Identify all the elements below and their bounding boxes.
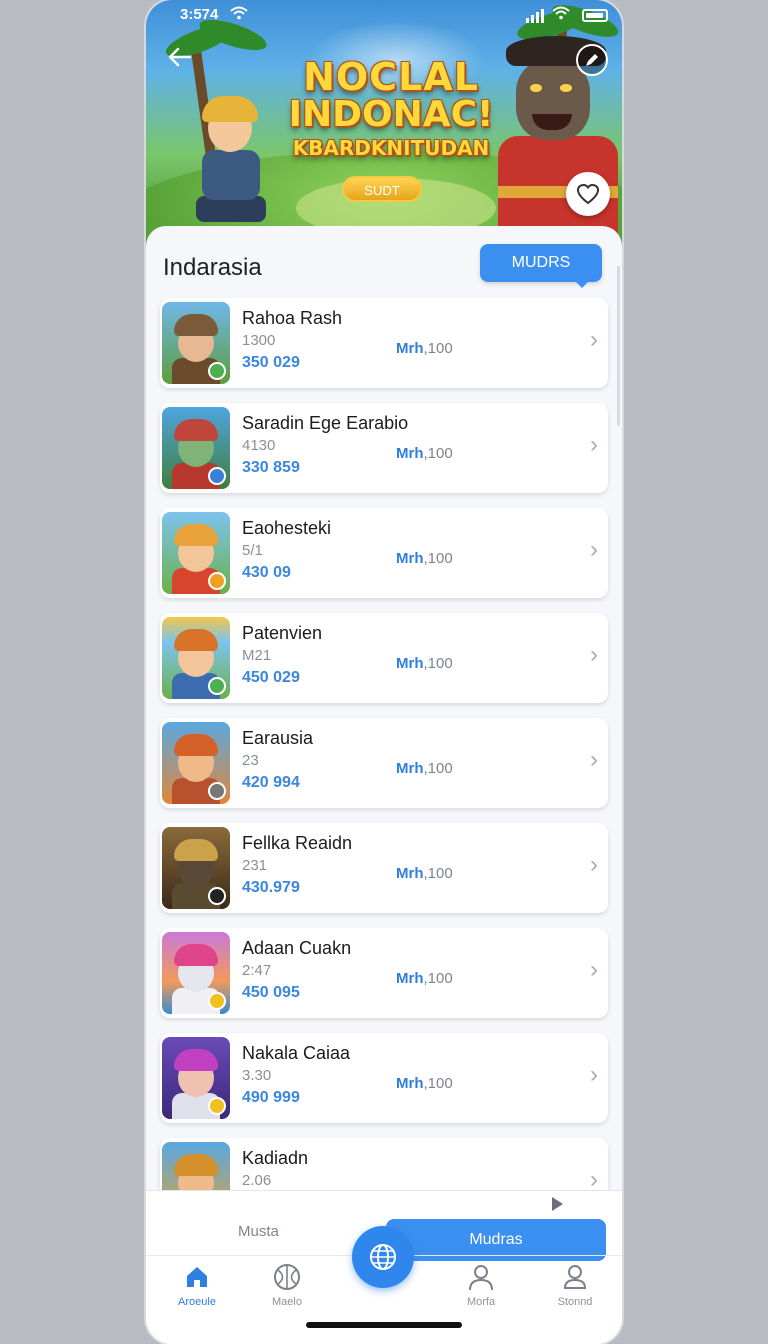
item-name: Rahoa Rash xyxy=(242,308,343,328)
list-item[interactable]: Nakala Caiaa 3.30 490 999 Mrh,100 › xyxy=(160,1033,608,1123)
item-name: Patenvien xyxy=(242,623,323,643)
hero-title-line1: NOCLAL xyxy=(303,55,479,99)
item-sub: 1300 xyxy=(242,332,276,349)
bottom-nav: Aroeule Maelo Morfa Stonnd xyxy=(146,1262,622,1322)
item-price: 450 095 xyxy=(242,984,300,1001)
mudrs-button[interactable]: MUDRS xyxy=(480,244,602,288)
favorite-heart-icon[interactable] xyxy=(566,172,610,216)
edit-pen-icon[interactable] xyxy=(576,44,608,76)
hero-title-line3: KBARDKNITUDAN xyxy=(292,136,490,160)
item-mrh: Mrh,100 xyxy=(396,865,453,882)
item-price: 490 999 xyxy=(242,1089,300,1106)
item-mrh: Mrh,100 xyxy=(396,760,453,777)
nav-item-morfa[interactable]: Morfa xyxy=(446,1262,516,1308)
item-sub: 5/1 xyxy=(242,542,263,559)
item-price: 430.979 xyxy=(242,879,300,896)
battery-icon xyxy=(582,9,608,22)
item-list: Rahoa Rash 1300 350 029 Mrh,100 › Saradi… xyxy=(160,298,608,1213)
hero-title-line2: INDONAC! xyxy=(288,94,494,135)
chevron-right-icon: › xyxy=(590,641,598,668)
item-name: Adaan Cuakn xyxy=(242,938,352,958)
nav-item-home[interactable]: Aroeule xyxy=(162,1262,232,1308)
wifi-icon xyxy=(230,6,248,24)
item-price: 430 09 xyxy=(242,564,291,581)
item-mrh: Mrh,100 xyxy=(396,445,453,462)
item-avatar xyxy=(162,512,230,594)
content-sheet: Indarasia MUDRS Rahoa Rash 1300 350 029 … xyxy=(146,226,622,1344)
item-avatar xyxy=(162,407,230,489)
nav-label: Aroeule xyxy=(178,1296,216,1308)
hero-character-left xyxy=(186,96,276,226)
chevron-right-icon: › xyxy=(590,536,598,563)
wifi-icon xyxy=(552,6,570,24)
bottom-left-label: Musta xyxy=(238,1223,279,1240)
list-item[interactable]: Rahoa Rash 1300 350 029 Mrh,100 › xyxy=(160,298,608,388)
home-indicator[interactable] xyxy=(306,1322,462,1328)
item-sub: 23 xyxy=(242,752,259,769)
item-name: Fellka Reaidn xyxy=(242,833,353,853)
list-item[interactable]: Fellka Reaidn 231 430.979 Mrh,100 › xyxy=(160,823,608,913)
chevron-right-icon: › xyxy=(590,431,598,458)
nav-label: Stonnd xyxy=(557,1296,593,1308)
hero-title: NOCLAL INDONAC! KBARDKNITUDAN xyxy=(276,58,506,160)
item-mrh: Mrh,100 xyxy=(396,550,453,567)
item-name: Earausia xyxy=(242,728,314,748)
status-bar: 3:574 xyxy=(146,0,622,30)
chevron-right-icon: › xyxy=(590,1061,598,1088)
item-mrh: Mrh,100 xyxy=(396,1075,453,1092)
profile-icon xyxy=(540,1262,610,1292)
item-sub: 2:47 xyxy=(242,962,272,979)
chevron-right-icon: › xyxy=(590,851,598,878)
ball-icon xyxy=(252,1262,322,1292)
item-avatar xyxy=(162,932,230,1014)
home-icon xyxy=(162,1262,232,1292)
phone-screen: NOCLAL INDONAC! KBARDKNITUDAN SUDT 3:574 xyxy=(146,0,622,1344)
item-mrh: Mrh,100 xyxy=(396,970,453,987)
hero-banner: NOCLAL INDONAC! KBARDKNITUDAN SUDT 3:574 xyxy=(146,0,622,250)
nav-item-maelo[interactable]: Maelo xyxy=(252,1262,322,1308)
item-sub: 3.30 xyxy=(242,1067,272,1084)
list-item[interactable]: Saradin Ege Earabio 4130 330 859 Mrh,100… xyxy=(160,403,608,493)
nav-label: Morfa xyxy=(466,1296,496,1308)
item-mrh: Mrh,100 xyxy=(396,340,453,357)
person-icon xyxy=(446,1262,516,1292)
item-mrh: Mrh,100 xyxy=(396,655,453,672)
nav-label: Maelo xyxy=(272,1296,302,1308)
list-item[interactable]: Patenvien M21 450 029 Mrh,100 › xyxy=(160,613,608,703)
list-item[interactable]: Kadiadn 2.06 › xyxy=(160,1138,608,1198)
list-item[interactable]: Adaan Cuakn 2:47 450 095 Mrh,100 › xyxy=(160,928,608,1018)
chevron-right-icon: › xyxy=(590,746,598,773)
page-title: Indarasia xyxy=(163,254,262,281)
item-avatar xyxy=(162,722,230,804)
item-name: Saradin Ege Earabio xyxy=(242,413,409,433)
nav-item-stonnd[interactable]: Stonnd xyxy=(540,1262,610,1308)
hero-cta-button[interactable]: SUDT xyxy=(342,176,422,202)
list-item[interactable]: Eaohesteki 5/1 430 09 Mrh,100 › xyxy=(160,508,608,598)
scrollbar[interactable] xyxy=(617,266,620,426)
item-avatar xyxy=(162,302,230,384)
item-sub: 4130 xyxy=(242,437,276,454)
item-avatar xyxy=(162,617,230,699)
item-price: 350 029 xyxy=(242,354,300,371)
list-item[interactable]: Earausia 23 420 994 Mrh,100 › xyxy=(160,718,608,808)
item-avatar xyxy=(162,827,230,909)
signal-icon xyxy=(526,9,544,23)
chevron-right-icon: › xyxy=(590,326,598,353)
item-sub: 2.06 xyxy=(242,1172,272,1189)
play-icon[interactable] xyxy=(552,1197,563,1211)
item-price: 330 859 xyxy=(242,459,300,476)
item-name: Kadiadn xyxy=(242,1148,309,1168)
back-arrow-icon[interactable] xyxy=(164,44,194,74)
item-name: Eaohesteki xyxy=(242,518,332,538)
item-price: 450 029 xyxy=(242,669,300,686)
item-avatar xyxy=(162,1037,230,1119)
item-name: Nakala Caiaa xyxy=(242,1043,351,1063)
status-time: 3:574 xyxy=(180,6,219,23)
item-sub: 231 xyxy=(242,857,268,874)
item-sub: M21 xyxy=(242,647,272,664)
chevron-right-icon: › xyxy=(590,956,598,983)
item-price: 420 994 xyxy=(242,774,300,791)
